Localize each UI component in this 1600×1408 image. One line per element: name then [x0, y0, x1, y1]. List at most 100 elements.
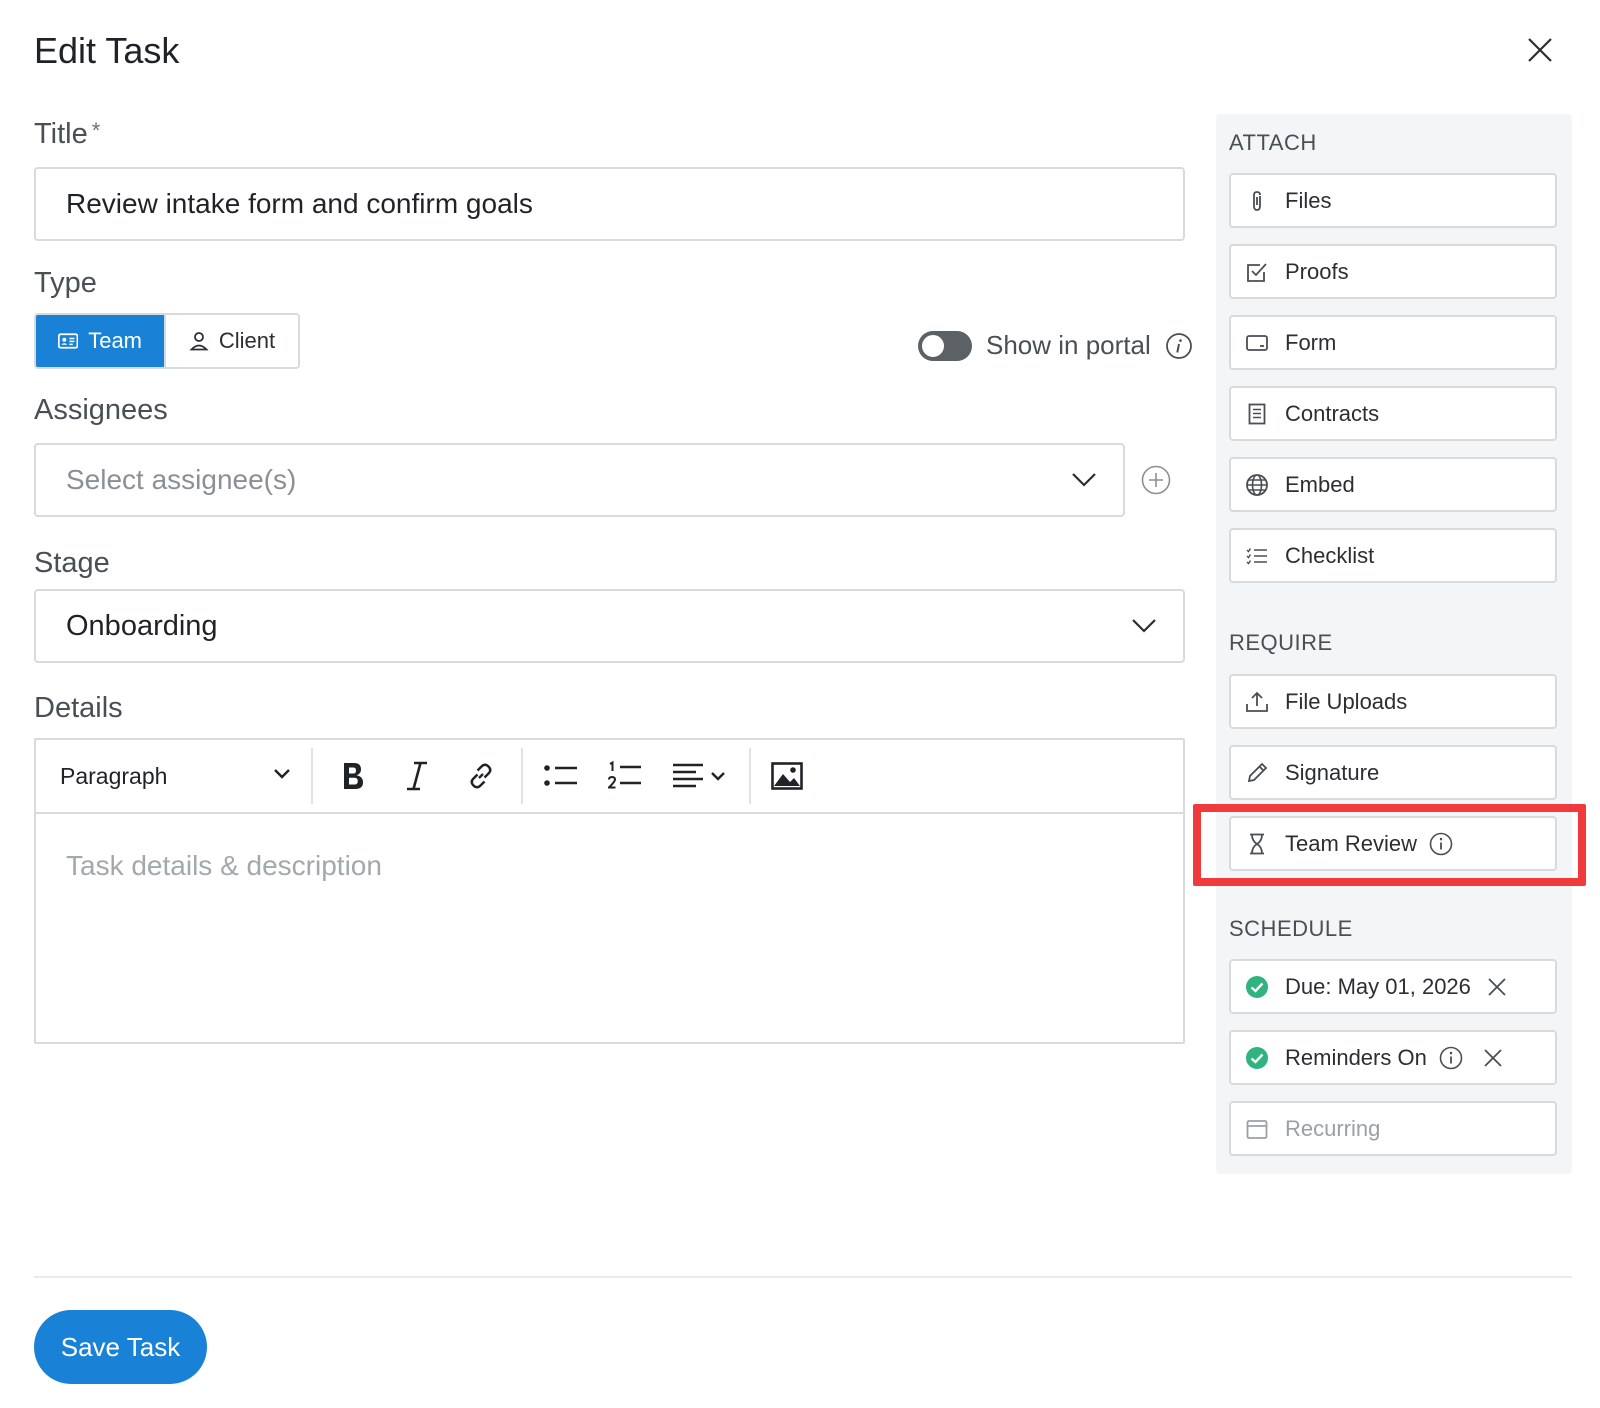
require-heading: REQUIRE: [1229, 630, 1333, 655]
type-segmented-control: Team Client: [34, 313, 300, 369]
attach-heading: ATTACH: [1229, 130, 1317, 155]
info-icon[interactable]: [1429, 832, 1453, 856]
modal-title: Edit Task: [34, 30, 180, 71]
show-in-portal-label: Show in portal: [986, 330, 1151, 360]
info-icon[interactable]: [1439, 1046, 1463, 1070]
bold-icon: [344, 763, 363, 789]
schedule-reminders-label: Reminders On: [1285, 1044, 1427, 1070]
assignees-label: Assignees: [34, 394, 168, 426]
stage-label: Stage: [34, 547, 110, 579]
attach-embed-button[interactable]: Embed: [1229, 457, 1557, 512]
align-button[interactable]: [657, 740, 741, 812]
clear-due-date-icon[interactable]: [1487, 977, 1507, 997]
chevron-down-icon: [274, 769, 290, 779]
type-option-client[interactable]: Client: [164, 315, 298, 367]
italic-icon: [407, 761, 427, 791]
toolbar-separator: [521, 748, 523, 804]
attach-contracts-button[interactable]: Contracts: [1229, 386, 1557, 441]
details-textarea[interactable]: Task details & description: [36, 814, 1183, 918]
attach-files-button[interactable]: Files: [1229, 173, 1557, 228]
toolbar-separator: [749, 748, 751, 804]
attach-form-button[interactable]: Form: [1229, 315, 1557, 370]
italic-button[interactable]: [385, 740, 449, 812]
link-button[interactable]: [449, 740, 513, 812]
form-icon: [1246, 334, 1268, 351]
stage-value: Onboarding: [66, 609, 218, 642]
toolbar-separator: [311, 748, 313, 804]
chevron-down-icon: [711, 771, 725, 781]
hourglass-icon: [1250, 833, 1264, 854]
require-signature-button[interactable]: Signature: [1229, 745, 1557, 800]
clear-reminders-icon[interactable]: [1483, 1048, 1503, 1068]
title-label: Title *: [34, 118, 100, 151]
bullet-list-button[interactable]: [529, 740, 593, 812]
details-label: Details: [34, 692, 123, 724]
align-left-icon: [673, 763, 703, 788]
add-assignee-button[interactable]: [1141, 465, 1171, 495]
check-circle-icon: [1246, 975, 1268, 998]
reminders-label-group: Reminders On: [1285, 1045, 1503, 1071]
show-in-portal-toggle[interactable]: [918, 330, 972, 361]
schedule-due-date-button[interactable]: Due: May 01, 2026: [1229, 959, 1557, 1014]
assignees-select[interactable]: Select assignee(s): [34, 443, 1125, 517]
title-input[interactable]: [34, 167, 1185, 241]
link-icon: [470, 763, 492, 789]
show-in-portal: Show in portal: [918, 330, 1193, 361]
close-button[interactable]: [1526, 36, 1554, 64]
type-option-team-label: Team: [88, 328, 142, 353]
schedule-recurring-button[interactable]: Recurring: [1229, 1101, 1557, 1156]
require-team-review-button[interactable]: Team Review: [1229, 816, 1557, 871]
type-option-client-label: Client: [218, 328, 276, 353]
globe-icon: [1246, 473, 1268, 496]
schedule-heading: SCHEDULE: [1229, 916, 1353, 941]
document-icon: [1248, 403, 1266, 424]
chevron-down-icon: [1072, 473, 1096, 487]
close-icon: [1528, 38, 1552, 62]
title-label-text: Title: [34, 118, 88, 150]
assignees-placeholder: Select assignee(s): [66, 464, 297, 495]
attach-checklist-label: Checklist: [1285, 542, 1375, 568]
schedule-recurring-label: Recurring: [1285, 1115, 1381, 1141]
require-file-uploads-button[interactable]: File Uploads: [1229, 674, 1557, 729]
require-file-uploads-label: File Uploads: [1285, 688, 1408, 714]
type-label: Type: [34, 267, 97, 299]
details-editor: Paragraph Task details & description: [34, 738, 1185, 1044]
editor-toolbar: Paragraph: [36, 740, 1183, 814]
footer-divider: [34, 1276, 1572, 1278]
bold-button[interactable]: [321, 740, 385, 812]
calendar-icon: [1246, 1119, 1268, 1139]
paragraph-format-value: Paragraph: [60, 762, 168, 789]
checklist-icon: [1246, 547, 1267, 565]
team-review-label-group: Team Review: [1285, 831, 1453, 857]
schedule-reminders-button[interactable]: Reminders On: [1229, 1030, 1557, 1085]
numbered-list-icon: [608, 761, 641, 789]
attach-proofs-button[interactable]: Proofs: [1229, 244, 1557, 299]
user-icon: [189, 332, 209, 351]
info-icon[interactable]: [1165, 332, 1193, 360]
id-card-icon: [58, 333, 79, 349]
chevron-down-icon: [1132, 619, 1156, 633]
type-option-team[interactable]: Team: [36, 315, 164, 367]
attach-embed-label: Embed: [1285, 471, 1355, 497]
paragraph-format-select[interactable]: Paragraph: [36, 740, 311, 812]
attach-contracts-label: Contracts: [1285, 400, 1380, 426]
attach-files-label: Files: [1285, 187, 1332, 213]
plus-circle-icon: [1141, 465, 1171, 495]
save-task-button[interactable]: Save Task: [34, 1310, 207, 1384]
require-signature-label: Signature: [1285, 759, 1380, 785]
schedule-due-date-label: Due: May 01, 2026: [1285, 973, 1471, 999]
attach-checklist-button[interactable]: Checklist: [1229, 528, 1557, 583]
stage-select[interactable]: Onboarding: [34, 589, 1185, 663]
required-mark: *: [91, 118, 101, 143]
numbered-list-button[interactable]: [593, 740, 657, 812]
insert-image-button[interactable]: [755, 740, 819, 812]
check-circle-icon: [1246, 1046, 1268, 1069]
task-options-sidebar: ATTACH Files Proofs Form Contracts Embed…: [1216, 114, 1572, 1174]
attach-proofs-label: Proofs: [1285, 258, 1349, 284]
toggle-knob: [920, 332, 946, 359]
attach-form-label: Form: [1285, 329, 1337, 355]
bullet-list-icon: [544, 765, 577, 786]
paperclip-icon: [1253, 190, 1261, 211]
upload-icon: [1246, 691, 1268, 712]
image-icon: [771, 762, 803, 790]
